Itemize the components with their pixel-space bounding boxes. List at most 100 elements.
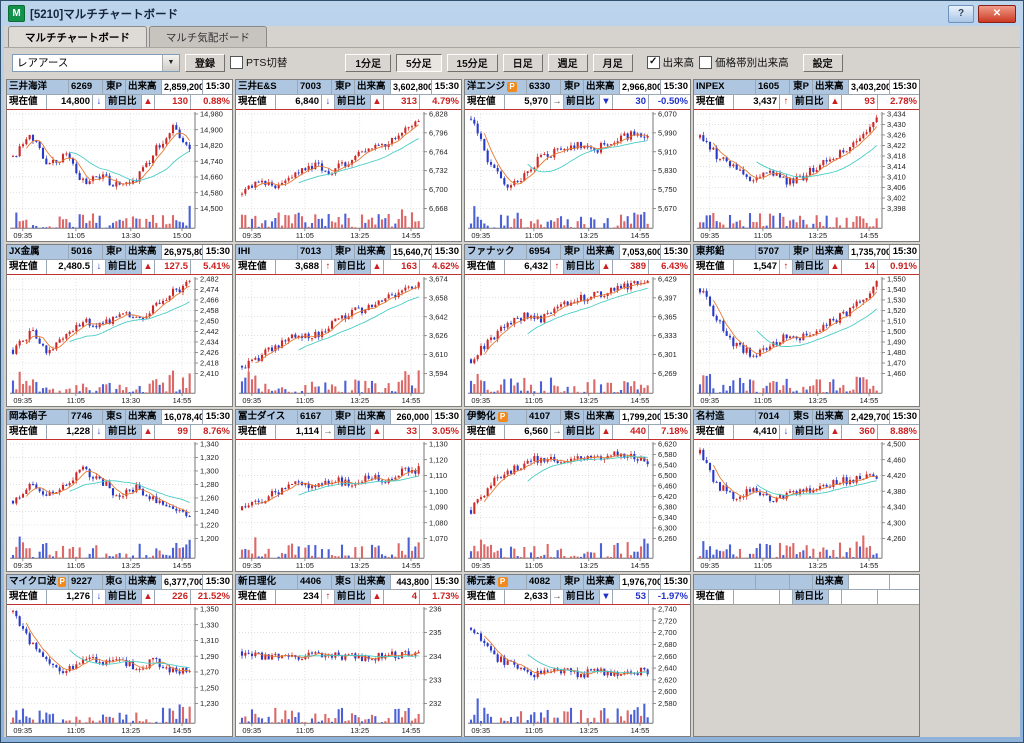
quote-time: 15:30: [432, 575, 461, 589]
market-code: 東P: [790, 245, 813, 259]
stock-name: 洋エンジ: [467, 80, 505, 94]
svg-text:11:05: 11:05: [525, 726, 543, 735]
stock-code: 7013: [298, 245, 332, 259]
stock-code: 6330: [527, 80, 561, 94]
pts-toggle-checkbox[interactable]: PTS切替: [230, 55, 287, 70]
svg-text:3,426: 3,426: [887, 131, 906, 140]
tick-direction-icon: ↑: [551, 260, 564, 274]
chart-cell[interactable]: 新日理化 4406 東S 出来高 443,800 15:30 現在値 234 ↑…: [235, 574, 462, 737]
svg-text:14:55: 14:55: [402, 396, 421, 405]
svg-text:09:35: 09:35: [242, 396, 261, 405]
chart-cell[interactable]: INPEX 1605 東P 出来高 3,403,200 15:30 現在値 3,…: [693, 79, 920, 242]
volume-by-price-checkbox[interactable]: 価格帯別出来高: [699, 55, 789, 70]
change-percent: -1.97%: [649, 590, 690, 604]
stock-header: JX金属 5016 東P 出来高 26,975,800 15:30 現在値 2,…: [7, 245, 232, 275]
svg-text:1,350: 1,350: [200, 605, 219, 613]
chart-cell[interactable]: 三井E&S 7003 東P 出来高 3,602,800 15:30 現在値 6,…: [235, 79, 462, 242]
tick-direction-icon: →: [551, 590, 564, 604]
tick-direction-icon: ↑: [322, 590, 335, 604]
checkbox-icon[interactable]: [230, 56, 243, 69]
candlestick-chart[interactable]: 2,4822,4742,4662,4582,4502,4422,4342,426…: [7, 275, 232, 406]
chart-cell[interactable]: JX金属 5016 東P 出来高 26,975,800 15:30 現在値 2,…: [6, 244, 233, 407]
chart-cell[interactable]: 洋エンジ P 6330 東P 出来高 2,966,800 15:30 現在値 5…: [464, 79, 691, 242]
day-change-label: 前日比: [793, 425, 829, 439]
chart-cell[interactable]: 名村造 7014 東S 出来高 2,429,700 15:30 現在値 4,41…: [693, 409, 920, 572]
candlestick-chart[interactable]: 1,1301,1201,1101,1001,0901,0801,07009:35…: [236, 440, 461, 571]
period-15min-button[interactable]: 15分足: [447, 54, 498, 72]
period-weekly-button[interactable]: 週足: [548, 54, 588, 72]
chart-cell[interactable]: 伊勢化 P 4107 東S 出来高 1,799,200 15:30 現在値 6,…: [464, 409, 691, 572]
current-price-label: 現在値: [694, 260, 734, 274]
svg-text:1,080: 1,080: [429, 518, 448, 527]
checkbox-icon[interactable]: ✓: [647, 56, 660, 69]
chart-cell[interactable]: ファナック 6954 東P 出来高 7,053,600 15:30 現在値 6,…: [464, 244, 691, 407]
svg-text:09:35: 09:35: [471, 231, 490, 240]
chevron-down-icon[interactable]: ▼: [162, 55, 179, 71]
close-button[interactable]: ✕: [978, 5, 1016, 23]
day-change-label: 前日比: [106, 95, 142, 109]
candlestick-chart[interactable]: 14,98014,90014,82014,74014,66014,58014,5…: [7, 110, 232, 241]
change-direction-icon: ▲: [829, 260, 842, 274]
candlestick-chart[interactable]: 6,0705,9905,9105,8305,7505,67009:3511:05…: [465, 110, 690, 241]
help-button[interactable]: ?: [948, 5, 974, 23]
svg-text:2,640: 2,640: [658, 664, 677, 673]
candlestick-chart[interactable]: 1,5501,5401,5301,5201,5101,5001,4901,480…: [694, 275, 919, 406]
stock-name: ファナック: [467, 245, 515, 259]
svg-text:3,594: 3,594: [429, 369, 448, 378]
change-percent: 6.43%: [649, 260, 690, 274]
period-5min-button[interactable]: 5分足: [396, 54, 442, 72]
watchlist-select[interactable]: レアアース ▼: [12, 54, 180, 72]
quote-time: 15:30: [203, 575, 232, 589]
pts-toggle-label: PTS切替: [246, 55, 287, 70]
settings-button[interactable]: 設定: [803, 54, 843, 72]
candlestick-chart[interactable]: 6,6206,5806,5406,5006,4606,4206,3806,340…: [465, 440, 690, 571]
chart-cell[interactable]: 冨士ダイス 6167 東P 出来高 260,000 15:30 現在値 1,11…: [235, 409, 462, 572]
volume-value: 2,966,800: [620, 80, 661, 94]
svg-text:3,398: 3,398: [887, 204, 906, 213]
tab-multi-chart-board[interactable]: マルチチャートボード: [8, 26, 147, 47]
checkbox-icon[interactable]: [699, 56, 712, 69]
svg-text:233: 233: [429, 675, 442, 684]
chart-cell[interactable]: マイクロ波 P 9227 東G 出来高 6,377,700 15:30 現在値 …: [6, 574, 233, 737]
register-button[interactable]: 登録: [185, 54, 225, 72]
candlestick-chart[interactable]: 1,3401,3201,3001,2801,2601,2401,2201,200…: [7, 440, 232, 571]
svg-text:5,670: 5,670: [658, 204, 677, 213]
candlestick-chart[interactable]: 2,7402,7202,7002,6802,6602,6402,6202,600…: [465, 605, 690, 736]
candlestick-chart[interactable]: 23623523423323209:3511:0513:2514:55: [236, 605, 461, 736]
svg-text:09:35: 09:35: [242, 561, 261, 570]
svg-text:3,658: 3,658: [429, 293, 448, 302]
change-percent: 4.79%: [420, 95, 461, 109]
tick-direction-icon: [780, 590, 793, 604]
market-code: [790, 575, 813, 589]
stock-name: マイクロ波: [9, 575, 56, 589]
candlestick-chart[interactable]: 3,4343,4303,4263,4223,4183,4143,4103,406…: [694, 110, 919, 241]
svg-text:11:05: 11:05: [754, 561, 772, 570]
svg-text:6,620: 6,620: [658, 440, 677, 448]
current-price-value: 2,480.5: [47, 260, 93, 274]
change-direction-icon: ▲: [371, 95, 384, 109]
candlestick-chart[interactable]: 6,4296,3976,3656,3336,3016,26909:3511:05…: [465, 275, 690, 406]
chart-cell[interactable]: 三井海洋 6269 東P 出来高 2,859,200 15:30 現在値 14,…: [6, 79, 233, 242]
svg-text:3,626: 3,626: [429, 331, 448, 340]
chart-cell[interactable]: 東邦鉛 5707 東P 出来高 1,735,700 15:30 現在値 1,54…: [693, 244, 920, 407]
chart-cell[interactable]: 稀元素 P 4082 東P 出来高 1,976,700 15:30 現在値 2,…: [464, 574, 691, 737]
chart-cell[interactable]: 出来高 現在値 前日比: [693, 574, 920, 737]
volume-checkbox[interactable]: ✓ 出来高: [647, 55, 695, 70]
chart-cell[interactable]: IHI 7013 東P 出来高 15,640,700 15:30 現在値 3,6…: [235, 244, 462, 407]
watchlist-value: レアアース: [17, 55, 68, 70]
volume-label: 出来高: [355, 80, 391, 94]
tick-direction-icon: ↓: [93, 425, 106, 439]
candlestick-chart[interactable]: 4,5004,4604,4204,3804,3404,3004,26009:35…: [694, 440, 919, 571]
tab-multi-quote-board[interactable]: マルチ気配ボード: [149, 26, 267, 47]
period-monthly-button[interactable]: 月足: [593, 54, 633, 72]
chart-cell[interactable]: 岡本硝子 7746 東S 出来高 16,078,400 15:30 現在値 1,…: [6, 409, 233, 572]
candlestick-chart[interactable]: 1,3501,3301,3101,2901,2701,2501,23009:35…: [7, 605, 232, 736]
period-1min-button[interactable]: 1分足: [345, 54, 391, 72]
candlestick-chart[interactable]: 3,6743,6583,6423,6263,6103,59409:3511:05…: [236, 275, 461, 406]
svg-text:11:05: 11:05: [296, 231, 314, 240]
tick-direction-icon: ↓: [780, 425, 793, 439]
period-daily-button[interactable]: 日足: [503, 54, 543, 72]
candlestick-chart[interactable]: 6,8286,7966,7646,7326,7006,66809:3511:05…: [236, 110, 461, 241]
svg-text:2,600: 2,600: [658, 687, 677, 696]
svg-text:2,482: 2,482: [200, 275, 219, 283]
